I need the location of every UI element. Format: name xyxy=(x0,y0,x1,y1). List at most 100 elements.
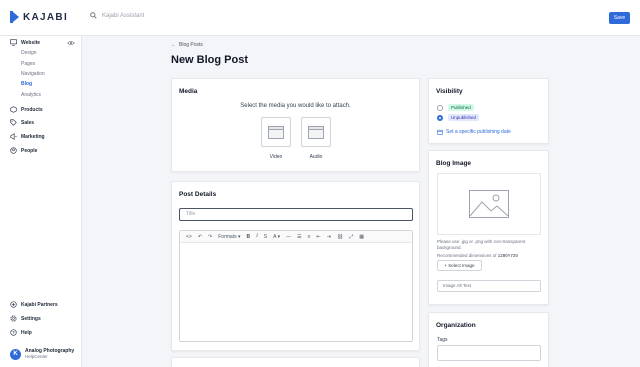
gear-icon xyxy=(10,315,17,322)
unpublished-radio[interactable] xyxy=(437,114,443,121)
help-icon: ? xyxy=(10,329,17,336)
numbered-list-button[interactable]: ≡ xyxy=(305,231,314,243)
code-view-button[interactable]: <> xyxy=(183,231,195,243)
calendar-icon xyxy=(437,129,443,135)
image-dimensions-text: Recommended dimensions of 1280×720 xyxy=(437,253,543,259)
video-label: Video xyxy=(269,154,283,160)
select-image-button[interactable]: + Select Image xyxy=(437,260,482,271)
sidebar-item-kajabi-partners[interactable]: Kajabi Partners xyxy=(10,301,58,308)
unpublished-badge: Unpublished xyxy=(448,114,480,121)
schedule-link-label: Set a specific publishing date xyxy=(446,129,511,135)
horizontal-rule-button[interactable]: — xyxy=(283,231,294,243)
top-bar: KAJABI Kajabi Assistant Save xyxy=(0,0,640,36)
visibility-card: Visibility Published Unpublished Set a s… xyxy=(428,78,549,144)
sidebar-subitem-blog[interactable]: Blog xyxy=(21,81,32,87)
image-icon xyxy=(469,190,509,218)
megaphone-icon xyxy=(10,133,17,140)
table-button[interactable]: ▦ xyxy=(356,231,367,243)
sidebar-item-settings[interactable]: Settings xyxy=(10,315,41,322)
kajabi-logo[interactable]: KAJABI xyxy=(10,11,68,23)
video-option[interactable] xyxy=(261,117,291,147)
post-details-title: Post Details xyxy=(179,191,217,198)
sidebar-item-marketing[interactable]: Marketing xyxy=(10,133,45,140)
sidebar-item-label: Settings xyxy=(21,315,41,322)
dimensions-prefix: Recommended dimensions of xyxy=(437,253,498,258)
kajabi-logo-icon xyxy=(10,11,20,23)
logo-text: KAJABI xyxy=(23,11,69,23)
schedule-link[interactable]: Set a specific publishing date xyxy=(437,129,511,135)
site-switcher[interactable]: K Analog Photography HelpCenter xyxy=(10,348,74,360)
search-placeholder: Kajabi Assistant xyxy=(102,12,145,19)
bold-button[interactable]: B xyxy=(243,231,253,243)
eye-icon[interactable] xyxy=(67,40,75,46)
monitor-icon xyxy=(10,39,17,46)
sidebar-item-label: Help xyxy=(21,329,32,336)
bullet-list-button[interactable]: ☰ xyxy=(294,231,304,243)
sidebar-item-label: People xyxy=(21,147,38,154)
title-input[interactable]: Title xyxy=(179,208,413,221)
audio-label: Audio xyxy=(309,154,323,160)
sidebar-item-people[interactable]: People xyxy=(10,147,37,154)
arrow-left-icon: ← xyxy=(171,42,176,48)
products-icon xyxy=(10,106,17,113)
tags-label: Tags xyxy=(437,337,448,343)
undo-button[interactable]: ↶ xyxy=(195,231,205,243)
rich-text-editor[interactable]: <> ↶ ↷ Formats ▾ B I S A ▾ — ☰ ≡ ⇤ ⇥ ⛓ ⤢… xyxy=(179,230,413,342)
partners-icon xyxy=(10,301,17,308)
sidebar-item-website[interactable]: Website xyxy=(10,39,40,46)
sidebar-item-sales[interactable]: Sales xyxy=(10,119,34,126)
sidebar-item-label: Marketing xyxy=(21,133,45,140)
sidebar-subitem-navigation[interactable]: Navigation xyxy=(21,71,45,77)
next-card xyxy=(171,357,420,367)
tags-input[interactable] xyxy=(437,345,541,361)
strikethrough-button[interactable]: S xyxy=(261,231,270,243)
post-details-card: Post Details Title <> ↶ ↷ Formats ▾ B I … xyxy=(171,181,420,351)
organization-card: Organization Tags xyxy=(428,312,549,367)
blog-image-title: Blog Image xyxy=(436,160,472,167)
visibility-title: Visibility xyxy=(436,88,463,95)
tag-icon xyxy=(10,119,17,126)
editor-toolbar: <> ↶ ↷ Formats ▾ B I S A ▾ — ☰ ≡ ⇤ ⇥ ⛓ ⤢… xyxy=(180,231,412,243)
page-title: New Blog Post xyxy=(171,54,249,66)
save-button[interactable]: Save xyxy=(609,12,630,24)
media-card: Media Select the media you would like to… xyxy=(171,78,420,172)
blog-image-card: Blog Image Please use .jpg or .png with … xyxy=(428,150,549,305)
svg-text:?: ? xyxy=(12,330,15,335)
unpublished-option[interactable]: Unpublished xyxy=(437,114,480,121)
indent-button[interactable]: ⇥ xyxy=(324,231,334,243)
image-placeholder[interactable] xyxy=(437,173,541,235)
link-button[interactable]: ⛓ xyxy=(334,231,346,243)
sidebar-item-products[interactable]: Products xyxy=(10,106,43,113)
search-icon xyxy=(90,12,97,19)
sidebar-item-label: Kajabi Partners xyxy=(21,301,58,308)
sidebar-subitem-pages[interactable]: Pages xyxy=(21,61,35,67)
italic-button[interactable]: I xyxy=(253,231,261,243)
redo-button[interactable]: ↷ xyxy=(205,231,215,243)
text-color-dropdown[interactable]: A ▾ xyxy=(270,231,283,243)
video-icon xyxy=(268,125,284,139)
assistant-search[interactable]: Kajabi Assistant xyxy=(90,12,144,19)
organization-title: Organization xyxy=(436,322,476,329)
media-prompt: Select the media you would like to attac… xyxy=(240,103,351,109)
sidebar-item-label: Sales xyxy=(21,119,35,126)
site-avatar: K xyxy=(10,348,21,360)
sidebar-subitem-design[interactable]: Design xyxy=(21,50,37,56)
published-option[interactable]: Published xyxy=(437,104,474,111)
outdent-button[interactable]: ⇤ xyxy=(314,231,324,243)
fullscreen-button[interactable]: ⤢ xyxy=(346,231,356,243)
sidebar-item-help[interactable]: ? Help xyxy=(10,329,32,336)
site-subtitle: HelpCenter xyxy=(25,354,48,359)
media-title: Media xyxy=(179,88,198,95)
published-radio[interactable] xyxy=(437,104,443,111)
back-link[interactable]: ← Blog Posts xyxy=(171,42,203,48)
dimensions-value: 1280×720 xyxy=(497,253,518,258)
back-link-label: Blog Posts xyxy=(179,42,203,48)
formats-dropdown[interactable]: Formats ▾ xyxy=(215,231,243,243)
published-badge: Published xyxy=(448,104,474,111)
audio-option[interactable] xyxy=(301,117,331,147)
image-alt-input[interactable]: Image Alt Text xyxy=(437,280,541,292)
image-help-text: Please use .jpg or .png with non-transpa… xyxy=(437,239,526,250)
sidebar-item-label: Products xyxy=(21,106,43,113)
sidebar-subitem-analytics[interactable]: Analytics xyxy=(21,92,41,98)
people-icon xyxy=(10,147,17,154)
